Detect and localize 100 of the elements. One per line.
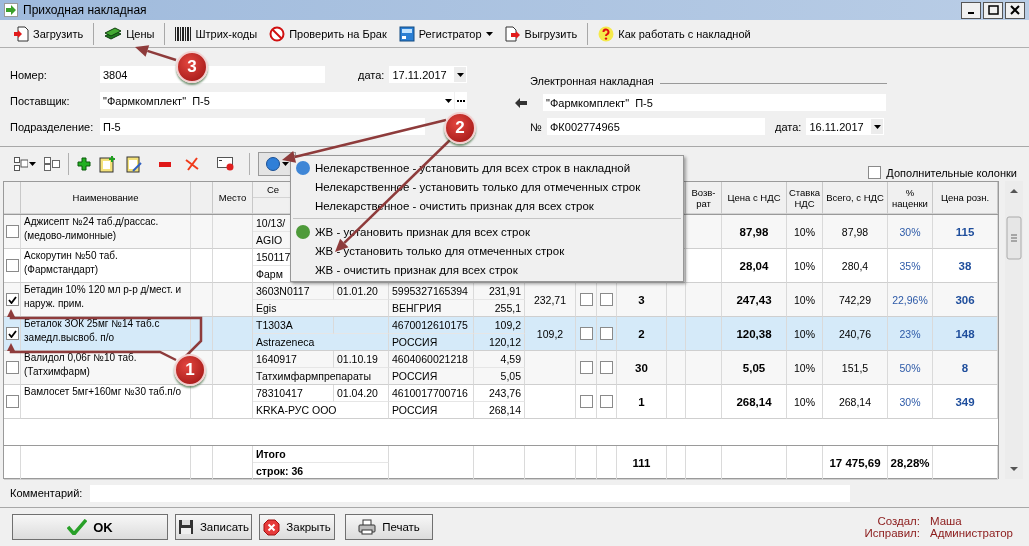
toolbar-button[interactable]: Регистратор	[393, 21, 498, 46]
audit-value: Администратор	[930, 527, 1013, 539]
help-icon	[598, 25, 615, 42]
table-cell: 5995327165394	[389, 283, 474, 300]
empty-cell	[686, 446, 722, 480]
checkbox[interactable]	[5, 327, 19, 340]
table-cell: Бетадин 10% 120 мл р-р д/мест. и наруж. прим.	[21, 283, 191, 317]
column-header: Цена розн.	[933, 182, 998, 214]
toolbar-button[interactable]: Выгрузить	[499, 21, 583, 46]
empty-cell	[474, 446, 525, 480]
checkbox[interactable]	[600, 327, 613, 340]
checkbox[interactable]	[868, 166, 882, 179]
checklist-dropdown-button[interactable]	[14, 157, 36, 171]
table-cell: Итого	[253, 446, 389, 463]
table-row[interactable]: Вамлосет 5мг+160мг №30 таб.п/о 78310417 01.04.20 4610017700716 243,76 KRKA-РУС ООО РОССИЯ 268,14 1 268,14 10% 268,14 30% 349	[4, 385, 998, 419]
checkbox[interactable]	[579, 327, 593, 340]
checkbox[interactable]	[579, 395, 593, 408]
table-row[interactable]: Бетадин 10% 120 мл р-р д/мест. и наруж. прим. 3603N0117 01.01.20 5995327165394 231,91 Egis ВЕНГРИЯ 255,1 232,71 3 247,43 10% 742,29 22,96% 306	[4, 283, 998, 317]
empty-header	[191, 182, 213, 214]
empty-cell	[334, 317, 389, 334]
device-icon	[398, 25, 415, 42]
number-field[interactable]: ФК002774965	[547, 118, 765, 135]
checkbox[interactable]	[600, 395, 613, 408]
empty-header	[4, 182, 21, 214]
table-cell: 3603N0117	[253, 283, 334, 300]
column-header: Всего, с НДС	[823, 182, 888, 214]
close-button[interactable]	[1005, 1, 1025, 19]
empty-cell	[213, 446, 253, 480]
dropdown-button[interactable]	[442, 92, 454, 109]
date-field[interactable]: 16.11.2017	[806, 118, 885, 135]
dialog-button[interactable]: Печать	[345, 514, 433, 540]
empty-cell	[667, 446, 686, 480]
table-cell: 4604060021218	[389, 351, 474, 368]
toolbar-button[interactable]: Загрузить	[8, 21, 89, 46]
plus-icon[interactable]	[77, 157, 91, 171]
checkbox[interactable]	[5, 361, 19, 374]
column-header: % наценки	[888, 182, 933, 214]
table-cell: 1640917	[253, 351, 334, 368]
table-cell: 01.10.19	[334, 351, 389, 368]
callout-badge: 3	[176, 51, 208, 83]
checkbox[interactable]	[600, 293, 613, 306]
date-field[interactable]: 17.11.2017	[389, 66, 468, 83]
checkbox[interactable]	[5, 259, 19, 272]
table-row[interactable]: Беталок ЗОК 25мг №14 таб.с замедл.высвоб. п/о T1303A 4670012610175 109,2 Astrazeneca РОССИЯ 120,12 109,2 2 120,38 10% 240,76 23% 148	[4, 317, 998, 351]
minimize-button[interactable]	[961, 1, 981, 19]
checkbox[interactable]	[579, 361, 593, 374]
checkbox[interactable]	[5, 395, 19, 408]
table-cell: РОССИЯ	[389, 402, 474, 419]
field-label: Подразделение:	[10, 120, 95, 133]
field-label: дата:	[358, 68, 385, 81]
arrow-icon	[4, 3, 18, 17]
table-cell: 28,28%	[888, 446, 933, 480]
table-cell: KRKA-РУС ООО	[253, 402, 389, 419]
field-label: Номер:	[10, 68, 48, 81]
caret-icon	[444, 98, 452, 103]
table-cell: 01.01.20	[334, 283, 389, 300]
supplier-field[interactable]: "Фармкомплект" П-5	[543, 94, 886, 111]
maximize-icon	[987, 5, 999, 15]
division-field[interactable]: П-5	[100, 118, 425, 135]
window-title: Приходная накладная	[23, 3, 147, 17]
cross-icon[interactable]	[185, 157, 199, 171]
caret-icon	[456, 72, 464, 77]
caret-icon	[485, 31, 493, 36]
dialog-button[interactable]: Записать	[175, 514, 252, 540]
prohibited-icon	[269, 25, 286, 42]
supplier-field[interactable]: "Фармкомплект" П-5	[100, 92, 442, 109]
table-cell: 10%	[787, 385, 823, 419]
dialog-button[interactable]: Закрыть	[259, 514, 335, 540]
empty-cell	[667, 385, 686, 419]
checkbox[interactable]	[579, 293, 593, 306]
table-cell: 231,91	[474, 283, 525, 300]
toolbar-button[interactable]: Как работать с накладной	[593, 21, 756, 46]
printer-icon	[358, 519, 377, 535]
table-cell: 268,14	[722, 385, 787, 419]
maximize-button[interactable]	[983, 1, 1003, 19]
dialog-button[interactable]: OK	[12, 514, 168, 540]
clipboard-edit-icon[interactable]	[125, 155, 143, 173]
table-cell: 4670012610175	[389, 317, 474, 334]
empty-cell	[597, 446, 617, 480]
toolbar-button[interactable]: Цены	[99, 21, 160, 46]
close-icon	[263, 518, 281, 536]
checkbox[interactable]	[5, 225, 19, 238]
more-button[interactable]	[455, 92, 467, 109]
empty-cell	[787, 446, 823, 480]
columns-icon[interactable]	[44, 157, 60, 171]
checkbox[interactable]	[600, 361, 613, 374]
table-cell: 4610017700716	[389, 385, 474, 402]
empty-cell	[4, 446, 21, 480]
caret-icon	[873, 124, 881, 129]
clipboard-add-icon[interactable]	[99, 155, 117, 173]
toolbar-button[interactable]: Штрих-коды	[170, 21, 263, 46]
document-arrow-icon	[13, 25, 29, 42]
callout-arrow	[135, 45, 177, 62]
toolbar-button[interactable]: Проверить на Брак	[264, 21, 392, 46]
card-icon[interactable]	[217, 157, 235, 171]
checkbox[interactable]	[5, 293, 19, 306]
table-cell: 17 475,69	[823, 446, 888, 480]
minus-icon[interactable]	[159, 161, 171, 167]
table-cell: 4,59	[474, 351, 525, 368]
field-label: дата:	[775, 120, 802, 133]
